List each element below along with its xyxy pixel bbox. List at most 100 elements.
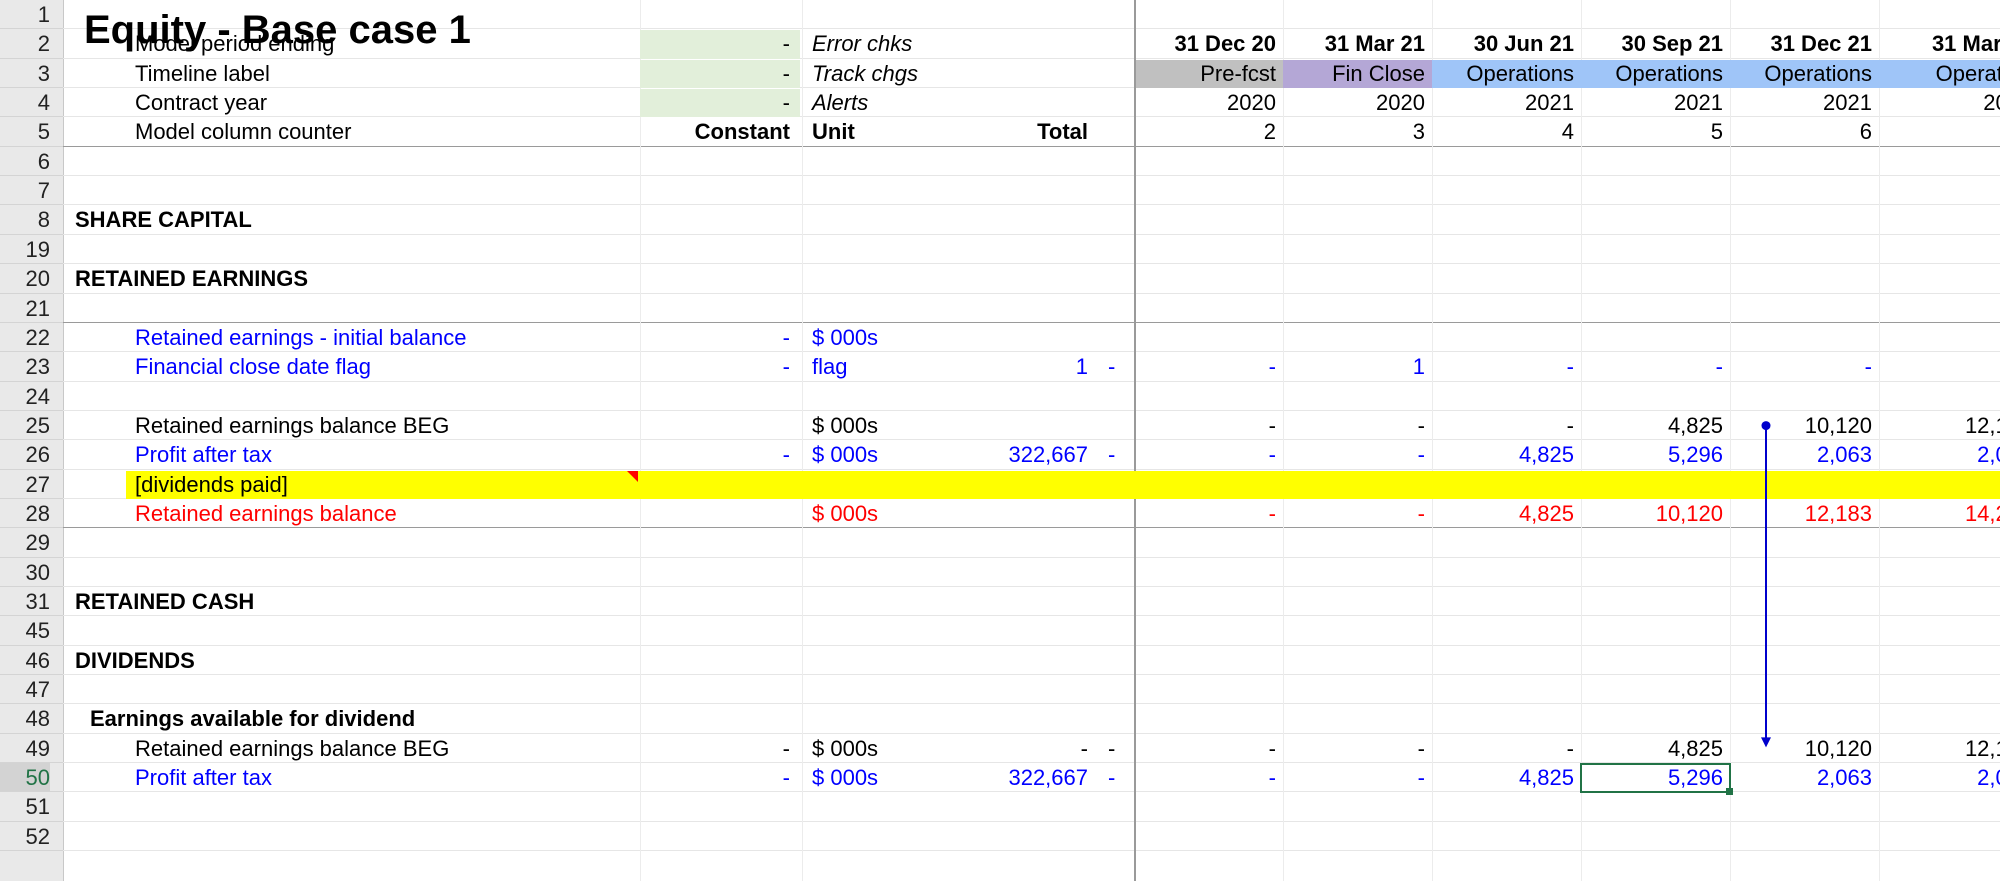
- re-balance-beg-value[interactable]: -: [1429, 411, 1574, 440]
- re-balance-beg-value[interactable]: 12,18: [1875, 411, 2000, 440]
- financial-close-flag-value[interactable]: [1875, 352, 2000, 381]
- div-profit-after-tax-value[interactable]: 4,825: [1429, 763, 1574, 792]
- comment-indicator-icon[interactable]: [627, 470, 638, 482]
- row-number-8[interactable]: 8: [0, 205, 50, 234]
- spreadsheet-grid[interactable]: 1 2 3 4 5 6 7 8 19 20 21 22 23 24 25 26 27 28 29 30 31 45 46 47…: [0, 0, 2000, 881]
- header-constant[interactable]: -: [640, 88, 790, 117]
- financial-close-flag-total[interactable]: 1: [938, 352, 1088, 381]
- row-number-25[interactable]: 25: [0, 411, 50, 440]
- re-initial-balance-constant[interactable]: -: [640, 323, 790, 352]
- re-balance-value[interactable]: 12,183: [1727, 499, 1872, 528]
- re-balance-beg-value[interactable]: 10,120: [1727, 411, 1872, 440]
- row-number-29[interactable]: 29: [0, 528, 50, 557]
- row-number-22[interactable]: 22: [0, 323, 50, 352]
- re-balance-beg-unit[interactable]: $ 000s: [812, 411, 878, 440]
- re-balance-beg-value[interactable]: 4,825: [1578, 411, 1723, 440]
- row-number-45[interactable]: 45: [0, 616, 50, 645]
- re-balance-beg-label[interactable]: Retained earnings balance BEG: [135, 411, 449, 440]
- div-profit-after-tax-label[interactable]: Profit after tax: [135, 763, 272, 792]
- row-number-21[interactable]: 21: [0, 294, 50, 323]
- row-number-7[interactable]: 7: [0, 176, 50, 205]
- financial-close-flag-value[interactable]: -: [1429, 352, 1574, 381]
- profit-after-tax-value[interactable]: 2,063: [1727, 440, 1872, 469]
- financial-close-flag-constant[interactable]: -: [640, 352, 790, 381]
- div-profit-after-tax-value[interactable]: -: [1131, 763, 1276, 792]
- div-profit-after-tax-constant[interactable]: -: [640, 763, 790, 792]
- div-re-balance-beg-value[interactable]: -: [1280, 734, 1425, 763]
- div-re-balance-beg-value[interactable]: 4,825: [1578, 734, 1723, 763]
- div-profit-after-tax-flag-dash[interactable]: -: [1108, 763, 1115, 792]
- financial-close-flag-value[interactable]: -: [1131, 352, 1276, 381]
- profit-after-tax-total[interactable]: 322,667: [938, 440, 1088, 469]
- re-balance-beg-value[interactable]: -: [1131, 411, 1276, 440]
- financial-close-flag-flag-dash[interactable]: -: [1108, 352, 1115, 381]
- re-balance-unit[interactable]: $ 000s: [812, 499, 878, 528]
- div-re-balance-beg-value[interactable]: 12,18: [1875, 734, 2000, 763]
- row-number-4[interactable]: 4: [0, 88, 50, 117]
- row-number-27[interactable]: 27: [0, 470, 50, 499]
- row-number-52[interactable]: 52: [0, 822, 50, 851]
- fill-handle[interactable]: [1726, 788, 1733, 796]
- div-profit-after-tax-unit[interactable]: $ 000s: [812, 763, 878, 792]
- row-number-30[interactable]: 30: [0, 558, 50, 587]
- re-balance-label[interactable]: Retained earnings balance: [135, 499, 397, 528]
- row-number-20[interactable]: 20: [0, 264, 50, 293]
- div-re-balance-beg-constant[interactable]: -: [640, 734, 790, 763]
- div-re-balance-beg-unit[interactable]: $ 000s: [812, 734, 878, 763]
- row-number-47[interactable]: 47: [0, 675, 50, 704]
- active-cell-selection[interactable]: [1580, 763, 1731, 794]
- profit-after-tax-value[interactable]: 5,296: [1578, 440, 1723, 469]
- div-re-balance-beg-label[interactable]: Retained earnings balance BEG: [135, 734, 449, 763]
- div-re-balance-beg-value[interactable]: -: [1131, 734, 1276, 763]
- row-number-46[interactable]: 46: [0, 646, 50, 675]
- re-initial-balance-label[interactable]: Retained earnings - initial balance: [135, 323, 466, 352]
- div-re-balance-beg-value[interactable]: 10,120: [1727, 734, 1872, 763]
- row-number-48[interactable]: 48: [0, 704, 50, 733]
- div-re-balance-beg-flag-dash[interactable]: -: [1108, 734, 1115, 763]
- financial-close-flag-value[interactable]: -: [1727, 352, 1872, 381]
- dividends-paid-label[interactable]: [dividends paid]: [135, 470, 288, 499]
- row-number-49[interactable]: 49: [0, 734, 50, 763]
- row-number-23[interactable]: 23: [0, 352, 50, 381]
- re-initial-balance-unit[interactable]: $ 000s: [812, 323, 878, 352]
- div-profit-after-tax-value[interactable]: 2,063: [1727, 763, 1872, 792]
- row-number-26[interactable]: 26: [0, 440, 50, 469]
- profit-after-tax-flag-dash[interactable]: -: [1108, 440, 1115, 469]
- div-re-balance-beg-total[interactable]: -: [938, 734, 1088, 763]
- header-constant[interactable]: Constant: [640, 117, 790, 146]
- financial-close-flag-value[interactable]: 1: [1280, 352, 1425, 381]
- row-number-28[interactable]: 28: [0, 499, 50, 528]
- profit-after-tax-unit[interactable]: $ 000s: [812, 440, 878, 469]
- row-number-2[interactable]: 2: [0, 29, 50, 58]
- profit-after-tax-value[interactable]: -: [1131, 440, 1276, 469]
- row-number-24[interactable]: 24: [0, 382, 50, 411]
- div-re-balance-beg-value[interactable]: -: [1429, 734, 1574, 763]
- financial-close-flag-label[interactable]: Financial close date flag: [135, 352, 371, 381]
- profit-after-tax-constant[interactable]: -: [640, 440, 790, 469]
- div-profit-after-tax-value[interactable]: -: [1280, 763, 1425, 792]
- profit-after-tax-label[interactable]: Profit after tax: [135, 440, 272, 469]
- re-balance-beg-value[interactable]: -: [1280, 411, 1425, 440]
- div-profit-after-tax-value[interactable]: 2,06: [1875, 763, 2000, 792]
- re-balance-value[interactable]: -: [1280, 499, 1425, 528]
- row-number-1[interactable]: 1: [0, 0, 50, 29]
- profit-after-tax-value[interactable]: -: [1280, 440, 1425, 469]
- row-number-50[interactable]: 50: [0, 763, 50, 793]
- profit-after-tax-value[interactable]: 2,06: [1875, 440, 2000, 469]
- row-number-3[interactable]: 3: [0, 59, 50, 88]
- header-constant[interactable]: -: [640, 29, 790, 58]
- re-balance-value[interactable]: -: [1131, 499, 1276, 528]
- header-constant[interactable]: -: [640, 59, 790, 88]
- row-number-19[interactable]: 19: [0, 235, 50, 264]
- div-profit-after-tax-total[interactable]: 322,667: [938, 763, 1088, 792]
- re-balance-value[interactable]: 14,24: [1875, 499, 2000, 528]
- row-number-6[interactable]: 6: [0, 147, 50, 176]
- re-balance-value[interactable]: 4,825: [1429, 499, 1574, 528]
- re-balance-value[interactable]: 10,120: [1578, 499, 1723, 528]
- financial-close-flag-unit[interactable]: flag: [812, 352, 847, 381]
- profit-after-tax-value[interactable]: 4,825: [1429, 440, 1574, 469]
- row-number-31[interactable]: 31: [0, 587, 50, 616]
- row-number-5[interactable]: 5: [0, 117, 50, 146]
- financial-close-flag-value[interactable]: -: [1578, 352, 1723, 381]
- row-number-51[interactable]: 51: [0, 792, 50, 821]
